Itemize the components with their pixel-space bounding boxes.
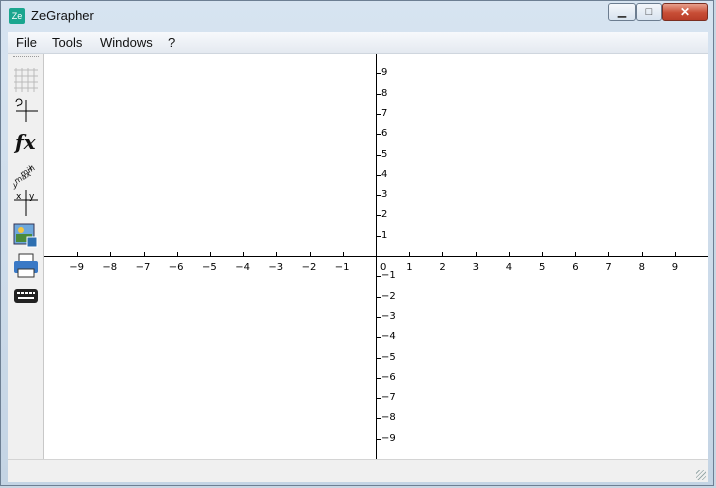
y-tick-label: −8 [381,412,396,424]
x-tick [176,252,178,256]
side-toolbar: fx x min max y xy [8,54,44,459]
graph-canvas[interactable]: 0 −9 −8 −7 −6 −5 −4 −3 −2 −1 1 2 3 4 5 6 7 8 9 9 8 7 6 5 4 3 2 1 −1… [44,54,708,459]
y-tick-label: −6 [381,371,396,383]
range-icon[interactable]: x min max y [12,162,40,190]
x-tick [409,252,411,256]
app-window: Ze ZeGrapher ▁ □ ✕ File Tools Windows ? … [0,0,714,486]
app-logo-icon: Ze [9,8,25,24]
x-tick-label: −6 [168,262,184,273]
x-tick [575,252,577,256]
y-tick-label: −1 [381,270,396,282]
minimize-button[interactable]: ▁ [608,3,636,21]
y-tick-label: 1 [381,229,388,241]
fx-icon[interactable]: fx [12,130,40,158]
menu-file[interactable]: File [16,35,37,50]
menu-windows[interactable]: Windows [100,35,153,50]
y-tick-label: 2 [381,209,388,221]
export-image-icon[interactable] [12,222,40,250]
x-tick-label: −2 [301,262,317,273]
x-tick-label: −4 [235,262,250,273]
menu-help[interactable]: ? [168,35,175,50]
menu-bar: File Tools Windows ? [8,32,708,54]
print-icon[interactable] [12,252,40,280]
x-tick [243,252,245,256]
y-tick-label: 9 [381,67,388,79]
menu-tools[interactable]: Tools [52,35,82,50]
y-tick-label: −5 [381,351,396,363]
window-title: ZeGrapher [31,8,94,23]
x-tick [641,252,643,256]
y-tick-label: 3 [381,189,388,201]
x-tick-label: 5 [539,262,546,273]
fx-label: fx [15,130,36,154]
close-button[interactable]: ✕ [662,3,708,21]
title-bar[interactable]: Ze ZeGrapher ▁ □ ✕ [1,1,715,31]
x-tick [210,252,211,256]
x-tick-label: 4 [505,262,513,273]
x-tick-label: −8 [102,262,118,273]
x-tick-label: 3 [472,262,479,273]
x-tick [508,252,510,256]
x-tick [475,252,477,256]
x-tick [276,252,278,256]
x-tick [110,252,112,256]
x-tick [608,252,610,256]
toolbar-grip[interactable] [13,56,39,59]
y-tick-label: −3 [381,310,396,322]
svg-text:y: y [29,192,35,202]
x-tick-label: 7 [605,262,612,273]
x-tick [309,252,311,256]
y-tick-label: −9 [381,432,396,444]
grid-icon[interactable] [12,66,40,94]
svg-text:x: x [16,192,22,202]
status-bar [8,459,708,482]
y-tick-label: −7 [381,392,396,404]
x-tick-label: 2 [439,262,446,273]
svg-text:y: y [13,181,18,190]
x-tick-label: 1 [406,262,413,273]
x-tick-label: −9 [69,262,84,273]
x-tick [674,252,676,256]
keyboard-icon[interactable] [12,284,40,312]
y-tick-label: −2 [381,290,396,302]
y-tick-label: 8 [381,87,388,99]
x-tick [77,252,79,256]
y-tick-label: 4 [381,168,388,180]
x-tick-label: 9 [671,262,679,273]
x-tick-label: 6 [572,262,579,273]
x-tick [542,252,543,256]
resize-grip[interactable] [696,470,706,480]
x-tick-label: −7 [135,262,151,273]
maximize-button[interactable]: □ [636,3,662,21]
y-tick-label: 5 [381,148,388,160]
table-icon[interactable]: xy [12,190,40,218]
x-tick-label: −1 [334,262,350,273]
x-tick [442,252,444,256]
y-tick-label: −4 [381,331,396,343]
x-tick [342,252,344,256]
y-tick-label: 7 [381,107,388,119]
axis-settings-icon[interactable] [12,96,40,124]
y-tick-label: 6 [381,128,388,140]
x-tick-label: −5 [202,262,217,273]
x-tick-label: −3 [268,262,284,273]
x-tick [143,252,145,256]
x-tick-label: 8 [638,262,645,273]
